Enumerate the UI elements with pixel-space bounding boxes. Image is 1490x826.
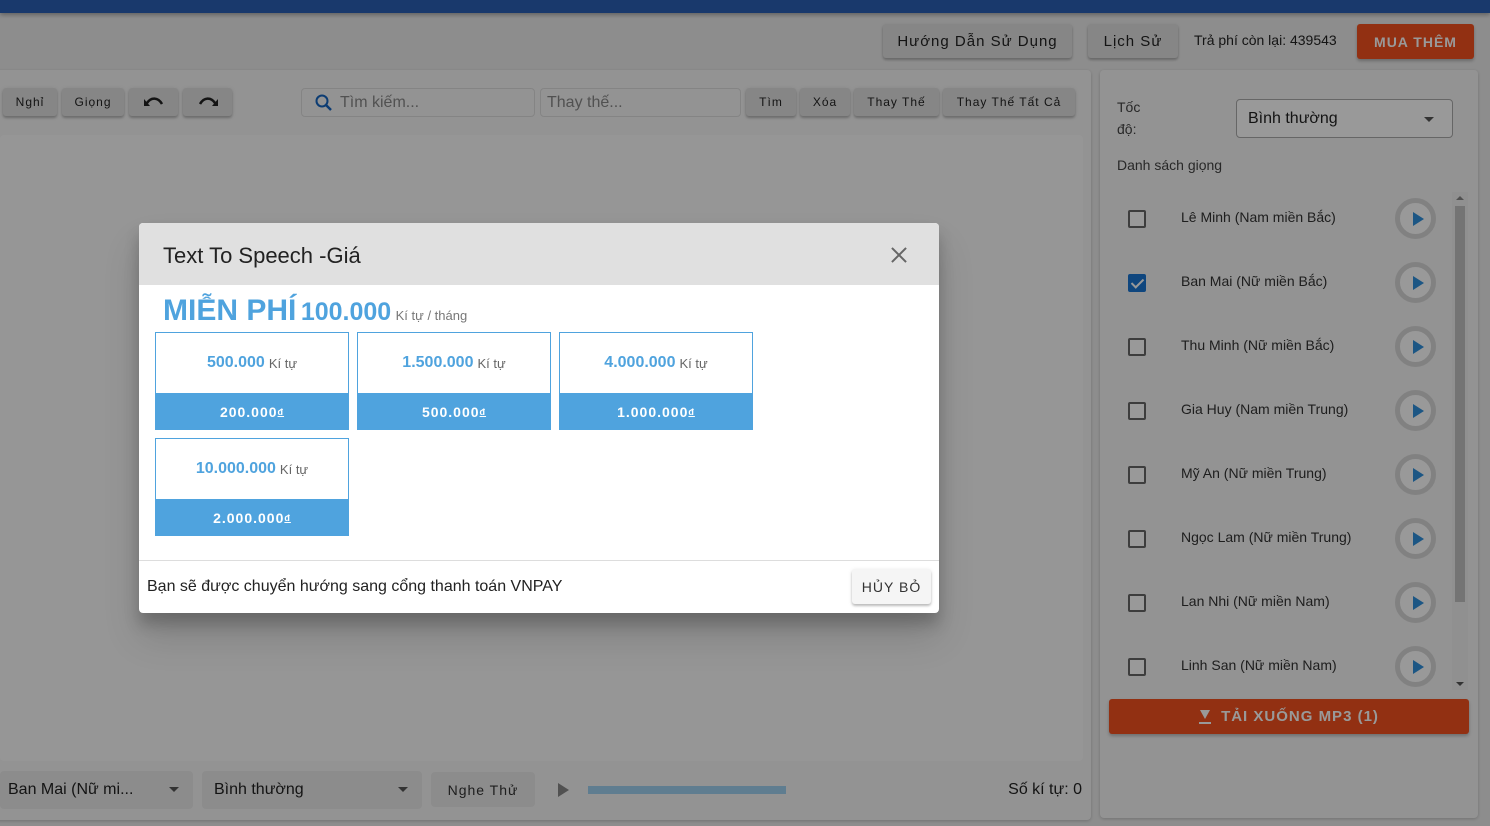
plan-price-value: 200.000	[219, 403, 278, 420]
payment-redirect-note: Bạn sẽ được chuyển hướng sang cổng thanh…	[147, 578, 563, 595]
free-tier-unit: Kí tự / tháng	[395, 308, 468, 323]
plan-char-amount: 500.000	[206, 354, 265, 371]
free-tier-label: MIỄN PHÍ	[163, 294, 297, 327]
plan-price-value: 2.000.000	[213, 509, 285, 526]
plan-char-unit: Kí tự	[679, 355, 708, 371]
pricing-plan-card[interactable]: 500.000 Kí tự 200.000 đ	[155, 332, 349, 430]
plan-currency: đ	[688, 406, 695, 417]
close-icon[interactable]	[891, 247, 907, 263]
plan-currency: đ	[284, 512, 291, 523]
plan-price[interactable]: 1.000.000 đ	[559, 393, 753, 430]
dialog-title: Text To Speech -Giá	[163, 243, 361, 268]
dialog-divider	[139, 560, 939, 561]
plan-price[interactable]: 500.000 đ	[357, 393, 551, 430]
plan-char-amount: 10.000.000	[195, 460, 276, 477]
pricing-dialog: Text To Speech -Giá MIỄN PHÍ 100.000 Kí …	[139, 223, 939, 613]
cancel-button[interactable]: HỦY BỎ	[852, 569, 931, 604]
free-tier-chars: 100.000	[300, 298, 392, 326]
plan-currency: đ	[277, 406, 285, 417]
plan-price[interactable]: 2.000.000 đ	[155, 499, 349, 536]
plan-price-value: 500.000	[421, 403, 480, 420]
plan-char-unit: Kí tự	[477, 355, 506, 371]
plan-char-unit: Kí tự	[279, 461, 309, 477]
plan-char-unit: Kí tự	[268, 355, 298, 371]
dialog-header: Text To Speech -Giá	[139, 223, 939, 285]
free-tier-info: MIỄN PHÍ 100.000 Kí tự / tháng	[163, 294, 467, 328]
plan-chars-row: 4.000.000 Kí tự	[560, 333, 752, 393]
pricing-plan-card[interactable]: 10.000.000 Kí tự 2.000.000 đ	[155, 438, 349, 536]
plan-currency: đ	[479, 406, 487, 417]
pricing-plan-card[interactable]: 4.000.000 Kí tự 1.000.000 đ	[559, 332, 753, 430]
plan-price[interactable]: 200.000 đ	[155, 393, 349, 430]
plan-chars-row: 500.000 Kí tự	[156, 333, 348, 393]
pricing-plan-card[interactable]: 1.500.000 Kí tự 500.000 đ	[357, 332, 551, 430]
plan-char-amount: 1.500.000	[402, 354, 474, 371]
plan-chars-row: 10.000.000 Kí tự	[156, 439, 348, 499]
plan-char-amount: 4.000.000	[604, 354, 676, 371]
plan-price-value: 1.000.000	[617, 403, 689, 420]
plan-chars-row: 1.500.000 Kí tự	[358, 333, 550, 393]
